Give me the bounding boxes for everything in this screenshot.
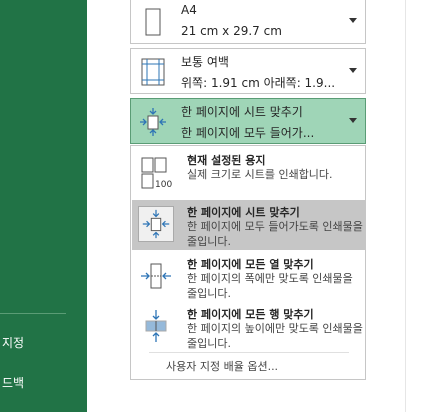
menu-item-fit-columns[interactable]: 한 페이지에 모든 열 맞추기 한 페이지의 폭에만 맞도록 인쇄물을 줄입니다… [132, 252, 365, 302]
sidebar-item-settings[interactable]: 지정 [2, 334, 24, 351]
menu-separator [149, 352, 349, 353]
backstage-sidebar: 지정 드백 [0, 0, 87, 412]
menu-item-desc: 한 페이지에 모두 들어가도록 인쇄물을 줄입니다. [187, 220, 363, 248]
scaling-name: 한 페이지에 시트 맞추기 [181, 105, 303, 119]
scaling-detail: 한 페이지에 모두 들어가... [181, 126, 315, 140]
chevron-down-icon [349, 118, 357, 123]
paper-size-name: A4 [181, 3, 197, 17]
menu-item-desc: 한 페이지의 폭에만 맞도록 인쇄물을 줄입니다. [187, 272, 353, 300]
scaling-menu: 100 현재 설정된 용지 실제 크기로 시트를 인쇄합니다. 한 페이지에 시… [130, 145, 366, 380]
svg-text:100: 100 [155, 180, 172, 190]
menu-item-title: 한 페이지에 시트 맞추기 [187, 206, 300, 219]
paper-size-dropdown[interactable]: A4 21 cm x 29.7 cm [130, 0, 366, 44]
chevron-down-icon [349, 18, 357, 23]
menu-item-actual-size[interactable]: 100 현재 설정된 용지 실제 크기로 시트를 인쇄합니다. [132, 148, 365, 198]
margins-dropdown[interactable]: 보통 여백 위쪽: 1.91 cm 아래쪽: 1.9... [130, 48, 366, 94]
margins-name: 보통 여백 [181, 55, 229, 69]
scroll-track [405, 0, 406, 412]
sidebar-separator [0, 313, 66, 314]
margins-icon [141, 58, 165, 86]
margins-detail: 위쪽: 1.91 cm 아래쪽: 1.9... [181, 76, 336, 90]
page-icon [145, 8, 161, 36]
menu-item-desc: 실제 크기로 시트를 인쇄합니다. [187, 168, 333, 181]
paper-size-dimensions: 21 cm x 29.7 cm [181, 24, 282, 38]
menu-item-desc: 한 페이지의 높이에만 맞도록 인쇄물을 줄입니다. [187, 322, 363, 350]
fit-columns-icon [141, 263, 171, 289]
sidebar-item-feedback[interactable]: 드백 [2, 374, 24, 391]
actual-size-icon: 100 [141, 157, 172, 190]
fit-sheet-icon [140, 108, 166, 136]
menu-item-title: 현재 설정된 용지 [187, 154, 266, 167]
scaling-dropdown[interactable]: 한 페이지에 시트 맞추기 한 페이지에 모두 들어가... [130, 98, 366, 144]
fit-rows-icon [145, 310, 167, 342]
menu-item-title: 한 페이지에 모든 행 맞추기 [187, 308, 314, 321]
chevron-down-icon [349, 68, 357, 73]
menu-item-fit-rows[interactable]: 한 페이지에 모든 행 맞추기 한 페이지의 높이에만 맞도록 인쇄물을 줄입니… [132, 302, 365, 352]
menu-item-fit-sheet[interactable]: 한 페이지에 시트 맞추기 한 페이지에 모두 들어가도록 인쇄물을 줄입니다. [132, 200, 365, 250]
menu-item-title: 한 페이지에 모든 열 맞추기 [187, 258, 314, 271]
fit-sheet-icon [138, 206, 174, 242]
custom-scaling-options-link[interactable]: 사용자 지정 배율 옵션... [166, 358, 278, 374]
